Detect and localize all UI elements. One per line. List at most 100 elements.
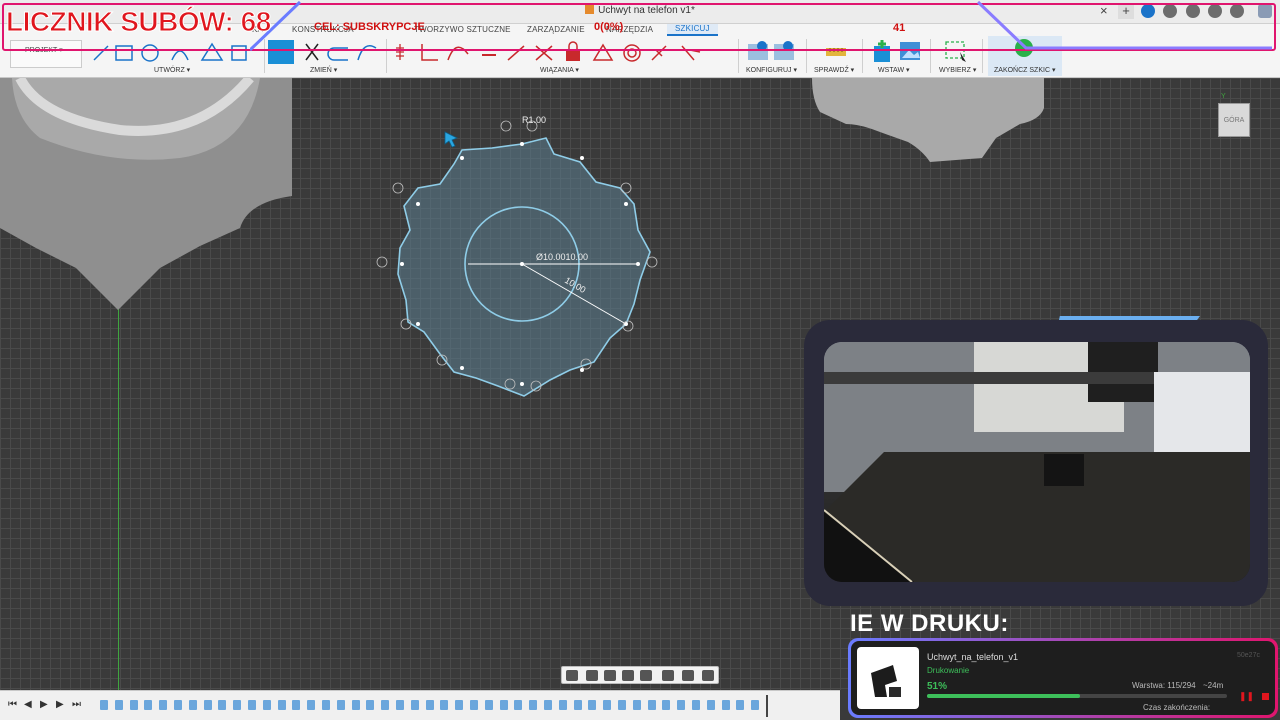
timeline-feature-icon[interactable] xyxy=(144,700,153,710)
orbit-icon[interactable] xyxy=(566,670,578,681)
timeline-start-icon[interactable]: ⏮ xyxy=(8,699,17,710)
timeline-feature-icon[interactable] xyxy=(129,700,138,710)
timeline-feature-icon[interactable] xyxy=(618,700,626,710)
diameter-dimension[interactable]: Ø10.0010.00 xyxy=(536,252,588,262)
timeline-feature-icon[interactable] xyxy=(307,700,316,710)
timeline-feature-icon[interactable] xyxy=(440,700,449,710)
timeline-marker[interactable] xyxy=(766,695,768,717)
timeline-feature-icon[interactable] xyxy=(632,700,641,710)
tangent-constraint-icon[interactable] xyxy=(447,46,469,61)
timeline-feature-icon[interactable] xyxy=(455,700,464,710)
timeline-feature-icon[interactable] xyxy=(573,700,582,710)
insert-derive-icon[interactable] xyxy=(874,46,890,62)
timeline-feature-icon[interactable] xyxy=(396,700,404,710)
timeline-feature-icon[interactable] xyxy=(603,700,612,710)
curvature-constraint-icon[interactable] xyxy=(681,45,701,61)
midpoint-constraint-icon[interactable] xyxy=(651,45,667,61)
timeline-feature-icon[interactable] xyxy=(544,700,552,710)
timeline-feature-icon[interactable] xyxy=(233,700,242,710)
sketch-point[interactable] xyxy=(400,262,404,266)
timeline-feature-icon[interactable] xyxy=(114,700,123,710)
sketch-point[interactable] xyxy=(580,156,584,160)
timeline-feature-icon[interactable] xyxy=(248,700,256,710)
stop-icon[interactable] xyxy=(1262,693,1269,700)
fit-point-spline-icon[interactable] xyxy=(231,45,247,61)
design-workspace-selector[interactable]: PROJEKT ▾ xyxy=(10,40,82,68)
timeline-play-icon[interactable]: ▶ xyxy=(40,699,48,710)
timeline-feature-icon[interactable] xyxy=(692,700,700,710)
sketch-point[interactable] xyxy=(636,262,640,266)
sketch-point[interactable] xyxy=(520,142,524,146)
perpendicular-constraint-icon[interactable] xyxy=(421,44,438,61)
group-constraints-label[interactable]: WIĄZANIA ▾ xyxy=(540,66,579,74)
timeline-feature-icon[interactable] xyxy=(529,700,538,710)
timeline-feature-icon[interactable] xyxy=(751,700,760,710)
timeline-feature-icon[interactable] xyxy=(677,700,686,710)
tab-tworzywo[interactable]: TWORZYWO SZTUCZNE xyxy=(414,25,511,34)
lock-icon[interactable] xyxy=(566,50,580,61)
look-at-icon[interactable] xyxy=(586,670,598,681)
grid-settings-icon[interactable] xyxy=(682,670,694,681)
center-point[interactable] xyxy=(520,262,524,266)
zoom-icon[interactable] xyxy=(622,670,634,681)
timeline-feature-icon[interactable] xyxy=(218,700,227,710)
symmetry-constraint-icon[interactable] xyxy=(592,43,614,61)
timeline-feature-icon[interactable] xyxy=(588,700,597,710)
viewcube[interactable]: GÓRA xyxy=(1218,103,1250,137)
circle-tool-icon[interactable] xyxy=(141,44,159,62)
timeline-feature-icon[interactable] xyxy=(336,700,345,710)
gear-outline[interactable] xyxy=(397,137,651,397)
concentric-constraint-icon[interactable] xyxy=(623,44,641,62)
arc-tool-icon[interactable] xyxy=(171,50,189,61)
sketch-point[interactable] xyxy=(416,322,420,326)
timeline-feature-icon[interactable] xyxy=(322,700,330,710)
timeline-feature-icon[interactable] xyxy=(366,700,375,710)
timeline-back-icon[interactable]: ◀ xyxy=(24,699,32,710)
timeline-feature-icon[interactable] xyxy=(662,700,671,710)
timeline-forward-icon[interactable]: ▶ xyxy=(56,699,64,710)
group-modify-label[interactable]: ZMIEŃ ▾ xyxy=(310,66,337,74)
timeline-feature-icon[interactable] xyxy=(100,700,108,710)
timeline-feature-icon[interactable] xyxy=(484,700,493,710)
timeline-feature-icon[interactable] xyxy=(292,700,301,710)
offset-tool-icon[interactable] xyxy=(327,47,348,61)
group-create-label[interactable]: UTWÓRZ ▾ xyxy=(154,66,190,74)
line-tool-icon[interactable] xyxy=(93,45,109,61)
parallel-constraint-icon[interactable] xyxy=(507,45,525,61)
tab-zarzadzanie[interactable]: ZARZĄDZANIE xyxy=(527,25,585,34)
timeline-feature-icon[interactable] xyxy=(736,700,745,710)
measure-icon[interactable] xyxy=(824,40,848,64)
equal-constraint-icon[interactable] xyxy=(482,49,496,56)
timeline-feature-icon[interactable] xyxy=(514,700,523,710)
sketch-point[interactable] xyxy=(416,202,420,206)
group-finish-label[interactable]: ZAKOŃCZ SZKIC ▾ xyxy=(994,66,1055,74)
group-select-label[interactable]: WYBIERZ ▾ xyxy=(939,66,976,74)
timeline-feature-icon[interactable] xyxy=(351,700,360,710)
timeline-feature-icon[interactable] xyxy=(188,700,197,710)
timeline-feature-icon[interactable] xyxy=(410,700,419,710)
timeline-feature-icon[interactable] xyxy=(381,700,390,710)
timeline-feature-icon[interactable] xyxy=(262,700,271,710)
sketch-point[interactable] xyxy=(624,202,628,206)
timeline-feature-icon[interactable] xyxy=(721,700,730,710)
timeline-feature-icon[interactable] xyxy=(174,700,182,710)
timeline-feature-icon[interactable] xyxy=(425,700,434,710)
fit-icon[interactable] xyxy=(640,670,652,681)
timeline-feature-icon[interactable] xyxy=(203,700,212,710)
timeline-feature-icon[interactable] xyxy=(706,700,715,710)
group-configure-label[interactable]: KONFIGURUJ ▾ xyxy=(746,66,797,74)
rectangle-tool-icon[interactable] xyxy=(115,45,133,61)
spline-tool-icon[interactable] xyxy=(357,45,377,61)
timeline-feature-icon[interactable] xyxy=(558,700,567,710)
coincident-constraint-icon[interactable] xyxy=(535,45,553,61)
display-settings-icon[interactable] xyxy=(662,670,674,681)
timeline-feature-icon[interactable] xyxy=(499,700,508,710)
polygon-tool-icon[interactable] xyxy=(200,42,224,61)
pan-icon[interactable] xyxy=(604,670,616,681)
timeline-end-icon[interactable]: ⏭ xyxy=(72,699,81,710)
timeline-feature-icon[interactable] xyxy=(647,700,656,710)
radius-dimension[interactable]: R1.00 xyxy=(522,115,546,125)
fix-constraint-icon[interactable] xyxy=(396,44,404,60)
group-insert-label[interactable]: WSTAW ▾ xyxy=(878,66,910,74)
sketch-point[interactable] xyxy=(460,156,464,160)
